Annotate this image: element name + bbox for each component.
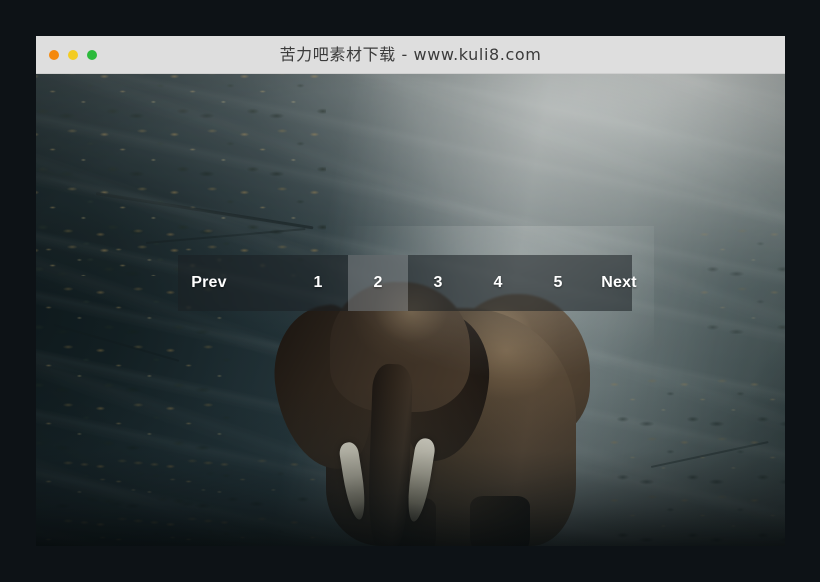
pagination-prev-button[interactable]: Prev [178,255,240,311]
pagination-page-4[interactable]: 4 [468,255,528,311]
pagination-page-2[interactable]: 2 [348,255,408,311]
pagination-next-label: Next [601,274,636,292]
pagination-prev-label: Prev [191,274,227,292]
pagination-page-3-label: 3 [433,274,442,292]
pagination-page-5[interactable]: 5 [528,255,588,311]
pagination-next-button[interactable]: Next [588,255,650,311]
pagination-page-4-label: 4 [493,274,502,292]
pagination-bar: Prev 1 2 3 4 5 Next [178,255,632,311]
pagination-page-1[interactable]: 1 [288,255,348,311]
pagination-page-3[interactable]: 3 [408,255,468,311]
pagination-page-2-label: 2 [373,274,382,292]
window-title: 苦力吧素材下载 - www.kuli8.com [36,36,785,74]
pagination-page-1-label: 1 [313,274,322,292]
slideshow-image: Prev 1 2 3 4 5 Next [36,74,785,546]
pagination-page-5-label: 5 [553,274,562,292]
browser-window: 苦力吧素材下载 - www.kuli8.com [36,36,785,546]
screenshot-canvas: 苦力吧素材下载 - www.kuli8.com [0,0,820,582]
window-titlebar: 苦力吧素材下载 - www.kuli8.com [36,36,785,74]
